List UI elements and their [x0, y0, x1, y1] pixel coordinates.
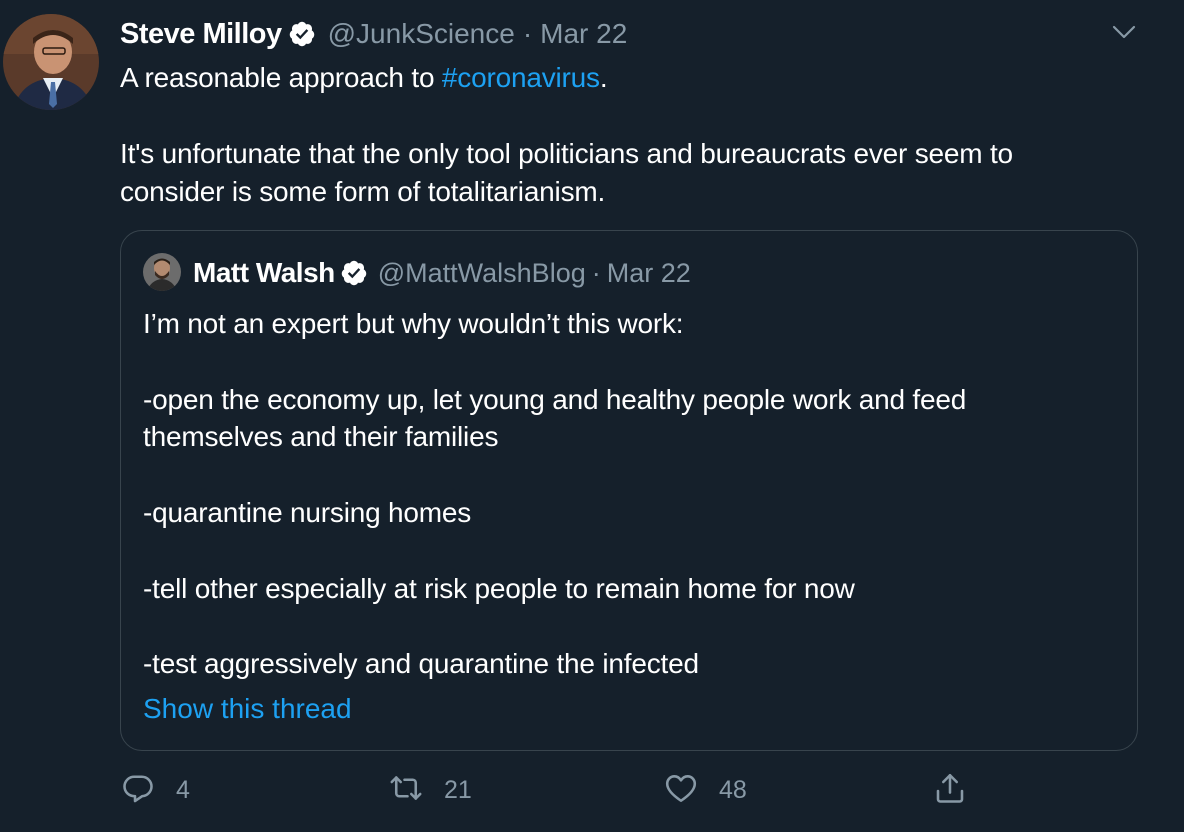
- retweet-count: 21: [444, 776, 472, 804]
- quoted-tweet-header: Matt Walsh @MattWalshBlog · Mar 22: [193, 253, 691, 293]
- chevron-down-icon[interactable]: [1110, 18, 1138, 46]
- tweet-actions: 4 21 48: [120, 770, 980, 812]
- separator-dot: ·: [591, 257, 601, 288]
- quoted-tweet[interactable]: Matt Walsh @MattWalshBlog · Mar 22 I’m n…: [120, 230, 1138, 751]
- tweet-text-line1: A reasonable approach to #coronavirus.: [120, 62, 608, 93]
- quoted-tweet-date[interactable]: Mar 22: [607, 258, 691, 289]
- share-button[interactable]: [932, 770, 968, 811]
- retweet-button[interactable]: 21: [388, 770, 472, 811]
- share-icon: [932, 770, 968, 811]
- retweet-icon: [388, 770, 424, 811]
- author-handle[interactable]: @JunkScience: [328, 18, 515, 50]
- reply-button[interactable]: 4: [120, 770, 190, 811]
- quoted-paragraph: -quarantine nursing homes: [143, 496, 472, 528]
- hashtag-link[interactable]: #coronavirus: [442, 62, 600, 93]
- tweet-text: A reasonable approach to #coronavirus. I…: [120, 59, 1120, 211]
- author-name[interactable]: Steve Milloy: [120, 18, 282, 51]
- verified-badge-icon: [288, 20, 316, 48]
- tweet-date[interactable]: Mar 22: [540, 18, 627, 50]
- quoted-author-handle[interactable]: @MattWalshBlog: [378, 258, 586, 289]
- tweet-text-paragraph2: It's unfortunate that the only tool poli…: [120, 138, 1013, 207]
- like-button[interactable]: 48: [663, 770, 747, 811]
- quoted-author-avatar[interactable]: [143, 253, 181, 291]
- like-count: 48: [719, 776, 747, 804]
- heart-icon: [663, 770, 699, 811]
- author-avatar[interactable]: [3, 14, 99, 110]
- reply-count: 4: [176, 776, 190, 804]
- tweet-header: Steve Milloy @JunkScience · Mar 22: [120, 14, 627, 54]
- separator-dot: ·: [522, 18, 533, 49]
- quoted-paragraph: I’m not an expert but why wouldn’t this …: [143, 308, 684, 339]
- tweet: Steve Milloy @JunkScience · Mar 22 A rea…: [0, 0, 1184, 832]
- quoted-paragraph: -tell other especially at risk people to…: [143, 572, 855, 604]
- quoted-tweet-text: I’m not an expert but why wouldn’t this …: [143, 305, 1113, 683]
- verified-badge-icon: [340, 259, 368, 287]
- quoted-paragraph: -test aggressively and quarantine the in…: [143, 648, 699, 680]
- show-thread-link[interactable]: Show this thread: [143, 693, 352, 725]
- quoted-author-name[interactable]: Matt Walsh: [193, 257, 335, 289]
- reply-icon: [120, 770, 156, 811]
- quoted-paragraph: -open the economy up, let young and heal…: [143, 383, 967, 453]
